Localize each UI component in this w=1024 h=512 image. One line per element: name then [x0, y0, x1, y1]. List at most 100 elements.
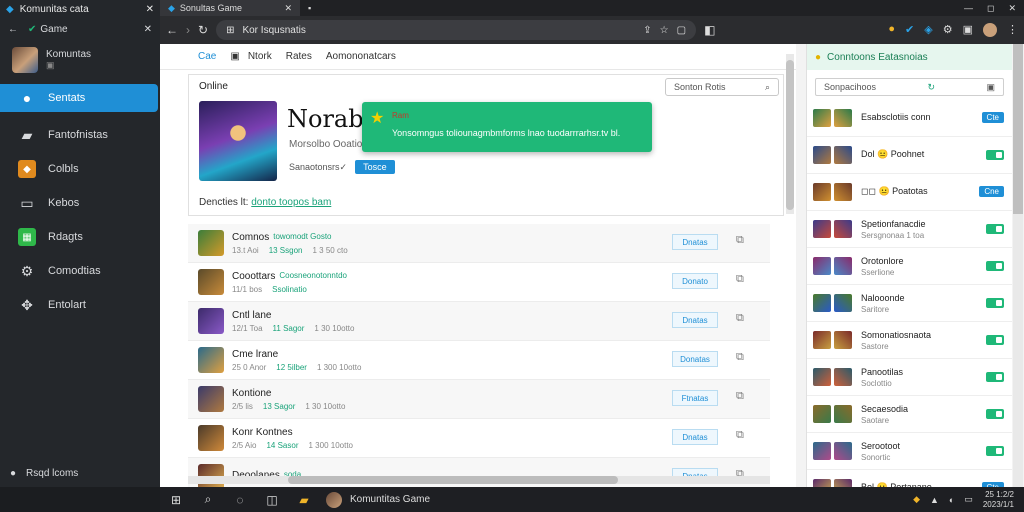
clock[interactable]: 25 1:2/2 2023/1/1 — [983, 490, 1014, 510]
friend-item[interactable]: Dol 😐 Poohnet — [807, 137, 1012, 174]
external-link-icon[interactable]: ⧉ — [736, 390, 744, 403]
explorer-icon[interactable]: ▰ — [288, 493, 320, 507]
shield-ext-icon[interactable]: ◈ — [924, 23, 932, 37]
tab-2[interactable]: Rates — [286, 51, 312, 62]
game-row[interactable]: Comnos towomodt Gosto 13.t Aoi 13 Ssgon … — [188, 224, 770, 263]
tab-1[interactable]: Ntork — [248, 51, 272, 62]
friend-item[interactable]: ◻◻ 😐 Poatotas Cne — [807, 174, 1012, 211]
sidebar-item-2[interactable]: ◆ Colbls — [0, 152, 160, 186]
friend-badge[interactable]: Cne — [979, 186, 1004, 197]
sidebar-bottom[interactable]: ● Rsqd lcoms — [0, 459, 160, 487]
donate-button[interactable]: Donatas — [672, 351, 718, 367]
friends-search-input[interactable]: Sonpacihoos ↻ ▣ — [815, 78, 1004, 96]
friend-item[interactable]: Panootilas Soclottio — [807, 359, 1012, 396]
sidebar-item-3[interactable]: ▭ Kebos — [0, 186, 160, 220]
friend-toggle[interactable] — [986, 372, 1004, 382]
close-nav-icon[interactable]: ✕ — [144, 24, 152, 35]
friend-avatar-secondary — [834, 294, 852, 312]
tab-0[interactable]: Cae — [198, 51, 216, 62]
external-link-icon[interactable]: ⧉ — [736, 312, 744, 325]
search-input[interactable]: Sonton Rotis ⌕ — [665, 78, 779, 96]
friend-item[interactable]: Spetionfanacdie Sersgnonaa 1 toa — [807, 211, 1012, 248]
user-avatar[interactable] — [983, 23, 997, 37]
game-action-button[interactable]: Tosce — [355, 160, 395, 174]
window-close-icon[interactable]: ✕ — [1008, 3, 1016, 14]
donate-button[interactable]: Dnatas — [672, 234, 718, 250]
friend-item[interactable]: Esabsclotiis conn Cte — [807, 100, 1012, 137]
friend-badge[interactable]: Cte — [981, 112, 1004, 123]
friend-toggle[interactable] — [986, 298, 1004, 308]
external-link-icon[interactable]: ⧉ — [736, 273, 744, 286]
scrollbar-thumb[interactable] — [786, 60, 794, 210]
maximize-icon[interactable]: ◻ — [987, 3, 994, 14]
gear-icon[interactable]: ⚙ — [943, 23, 953, 37]
external-link-icon[interactable]: ⧉ — [736, 429, 744, 442]
reload-icon[interactable]: ↻ — [198, 23, 208, 37]
details-link[interactable]: donto toopos bam — [251, 197, 331, 208]
horizontal-scrollbar[interactable] — [188, 476, 770, 484]
network-icon[interactable]: ▲ — [930, 495, 939, 505]
sidebar-item-0[interactable]: ● Sentats — [0, 84, 158, 112]
start-icon[interactable]: ⊞ — [160, 493, 192, 507]
game-row[interactable]: Cntl lane 12/1 Toa 11 Sagor 1 30 10otto … — [188, 302, 770, 341]
minimize-icon[interactable]: — — [964, 3, 973, 13]
friend-item[interactable]: Secaesodia Saotare — [807, 396, 1012, 433]
forward-icon[interactable]: › — [186, 23, 190, 37]
friend-item[interactable]: Somonatiosnaota Sastore — [807, 322, 1012, 359]
back-arrow-icon[interactable]: ← — [8, 24, 18, 35]
notification-toast[interactable]: ★ Ram Yonsomngus toliounagmbmforms lnao … — [362, 102, 652, 152]
friend-toggle[interactable] — [986, 446, 1004, 456]
extension-icon[interactable]: ▢ — [677, 25, 686, 36]
donate-button[interactable]: Donato — [672, 273, 718, 289]
sidebar-item-6[interactable]: ✥ Entolart — [0, 288, 160, 322]
close-icon[interactable]: ✕ — [146, 4, 154, 15]
scrollbar-thumb[interactable] — [288, 476, 618, 484]
notification-icon[interactable]: ◆ — [913, 494, 920, 505]
bookmark-star-icon[interactable]: ☆ — [660, 25, 669, 36]
check-ext-icon[interactable]: ✔ — [905, 23, 914, 37]
friend-toggle[interactable] — [986, 335, 1004, 345]
game-row-meta-2: 13 Ssgon — [268, 245, 303, 255]
taskbar-app[interactable]: Komuntitas Game — [326, 491, 430, 508]
game-row[interactable]: Kontione 2/5 lis 13 Sagor 1 30 10otto Ft… — [188, 380, 770, 419]
share-icon[interactable]: ⇪ — [643, 25, 651, 36]
taskview-icon[interactable]: ◫ — [256, 493, 288, 507]
friend-item[interactable]: Serootoot Sonortic — [807, 433, 1012, 470]
address-bar[interactable]: ⊞ Kor Isqusnatis ⇪ ☆ ▢ — [216, 20, 697, 40]
vertical-scrollbar[interactable] — [786, 54, 794, 214]
chat-taskbar-icon[interactable]: ◌ — [224, 493, 256, 507]
back-icon[interactable]: ← — [166, 23, 178, 37]
friends-scrollbar[interactable] — [1013, 44, 1023, 487]
battery-icon[interactable]: ▭ — [964, 494, 973, 505]
friend-item[interactable]: Nalooonde Saritore — [807, 285, 1012, 322]
friend-toggle[interactable] — [986, 150, 1004, 160]
friend-toggle[interactable] — [986, 224, 1004, 234]
donate-button[interactable]: Ftnatas — [672, 390, 718, 406]
game-row[interactable]: Cme lrane 25 0 Anor 12 5ilber 1 300 10ot… — [188, 341, 770, 380]
donate-button[interactable]: Dnatas — [672, 429, 718, 445]
refresh-icon[interactable]: ↻ — [927, 82, 935, 93]
friend-item[interactable]: Orotonlore Sserlione — [807, 248, 1012, 285]
scrollbar-thumb[interactable] — [1013, 44, 1023, 214]
external-link-icon[interactable]: ⧉ — [736, 351, 744, 364]
sidebar-item-5[interactable]: ⚙ Comodtias — [0, 254, 160, 288]
new-tab-icon[interactable]: ▪ — [308, 3, 311, 13]
sidebar-toggle-icon[interactable]: ◧ — [704, 23, 715, 37]
game-row[interactable]: Cooottars Coosneonotonntdo 11/1 bos Ssol… — [188, 263, 770, 302]
lock-icon[interactable]: ▣ — [963, 23, 973, 37]
volume-icon[interactable]: ◐ — [949, 495, 954, 505]
browser-tab[interactable]: ◆ Sonultas Game ✕ — [160, 0, 300, 16]
external-link-icon[interactable]: ⧉ — [736, 234, 744, 247]
tab-close-icon[interactable]: ✕ — [284, 3, 292, 14]
profile[interactable]: Komuntas ▣ — [0, 40, 160, 80]
friend-toggle[interactable] — [986, 261, 1004, 271]
game-row[interactable]: Konr Kontnes 2/5 Aio 14 Sasor 1 300 10ot… — [188, 419, 770, 458]
sidebar-item-1[interactable]: ▰ Fantofnistas — [0, 118, 160, 152]
donate-button[interactable]: Dnatas — [672, 312, 718, 328]
friend-toggle[interactable] — [986, 409, 1004, 419]
search-taskbar-icon[interactable]: ⌕ — [192, 492, 224, 507]
bulb-icon[interactable]: ● — [888, 23, 895, 37]
sidebar-item-4[interactable]: ▦ Rdagts — [0, 220, 160, 254]
menu-icon[interactable]: ⋮ — [1007, 23, 1018, 37]
tab-3[interactable]: Aomononatcars — [326, 51, 396, 62]
